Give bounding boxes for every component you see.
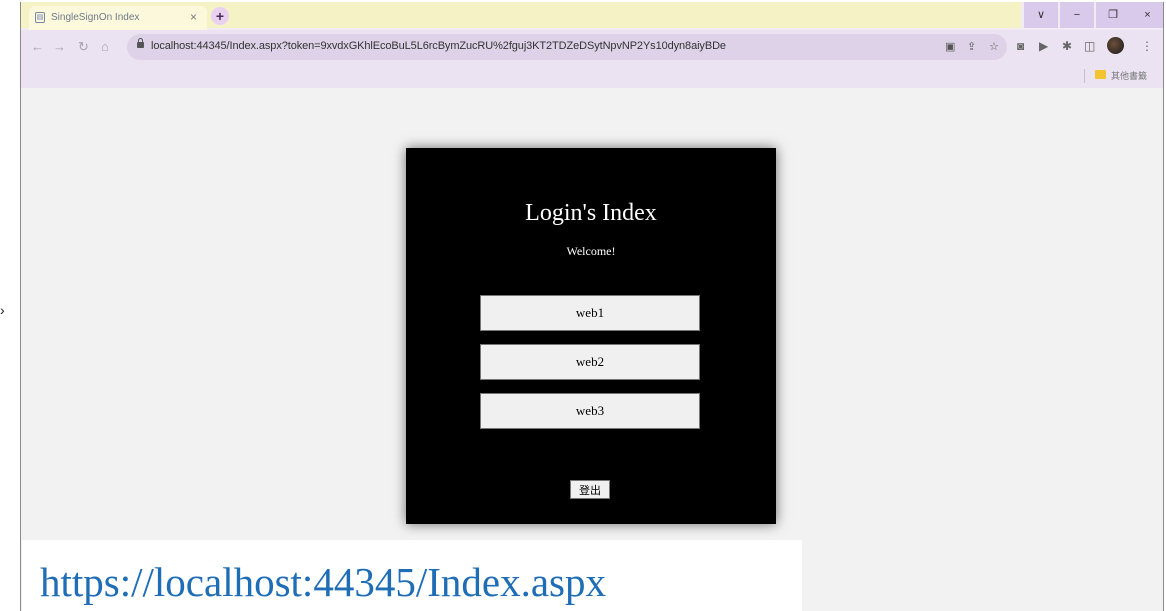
lock-icon[interactable] [137,38,144,48]
profile-avatar[interactable] [1107,37,1124,54]
reload-icon[interactable]: ↻ [78,39,89,55]
minimize-button[interactable]: − [1060,2,1094,28]
tab-singlesignon-index[interactable]: ▤ SingleSignOn Index × [29,6,207,30]
login-index-card: Login's Index Welcome! web1 web2 web3 登出 [406,148,776,524]
bookmark-folder-label[interactable]: 其他書籤 [1111,69,1147,82]
page-favicon-icon: ▤ [35,12,45,23]
logout-button[interactable]: 登出 [570,480,610,499]
side-panel-icon[interactable]: ◫ [1084,39,1095,53]
home-icon[interactable]: ⌂ [101,39,109,54]
tab-search-button[interactable]: ∨ [1024,2,1058,28]
maximize-button[interactable]: ❐ [1096,2,1130,28]
tab-title: SingleSignOn Index [51,12,140,23]
extensions-icon[interactable]: ✱ [1062,39,1072,53]
back-icon[interactable]: ← [31,39,44,54]
url-text[interactable]: localhost:44345/Index.aspx?token=9xvdxGK… [151,40,726,52]
page-content: Login's Index Welcome! web1 web2 web3 登出 [21,88,1163,611]
caption-url-text: https://localhost:44345/Index.aspx [40,559,606,605]
web1-button[interactable]: web1 [480,295,700,331]
browser-window: ▤ SingleSignOn Index × + ∨ − ❐ × ← → ↻ ⌂… [20,2,1164,611]
web3-button[interactable]: web3 [480,393,700,429]
close-window-button[interactable]: × [1130,2,1163,28]
browser-toolbar: ← → ↻ ⌂ localhost:44345/Index.aspx?token… [21,30,1163,64]
welcome-text: Welcome! [566,244,616,258]
folder-icon[interactable] [1095,70,1106,79]
web2-button[interactable]: web2 [480,344,700,380]
page-title: Login's Index [525,200,657,226]
translate-icon[interactable]: ▣ [945,40,955,53]
bookmarks-bar: 其他書籤 [21,64,1163,88]
forward-icon[interactable]: → [53,39,66,54]
screenshot-icon[interactable]: ◙ [1017,39,1024,53]
url-caption: https://localhost:44345/Index.aspx [22,540,802,611]
play-icon[interactable]: ▶ [1039,39,1048,53]
address-bar[interactable]: localhost:44345/Index.aspx?token=9xvdxGK… [127,34,1007,60]
share-icon[interactable]: ⇪ [967,40,976,53]
new-tab-button[interactable]: + [211,7,229,25]
bookmark-star-icon[interactable]: ☆ [989,40,999,53]
tab-close-icon[interactable]: × [190,10,197,24]
menu-icon[interactable]: ⋮ [1141,39,1153,53]
chevron-right-icon: › [0,302,5,318]
